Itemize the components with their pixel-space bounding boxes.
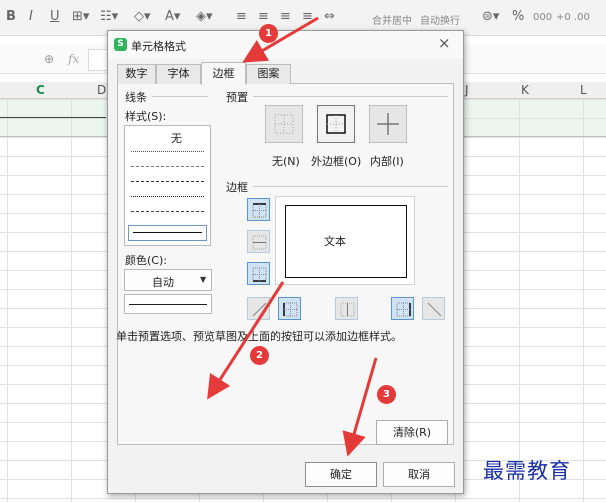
arrow-to-preset-area	[207, 281, 285, 400]
step-badge-1: 1	[259, 24, 278, 43]
annotation-arrows	[207, 16, 378, 457]
step-badge-2: 2	[250, 346, 269, 365]
watermark-text: 最需教育	[483, 459, 571, 483]
arrow-to-ok-button	[342, 357, 378, 457]
step-badge-3: 3	[377, 385, 396, 404]
